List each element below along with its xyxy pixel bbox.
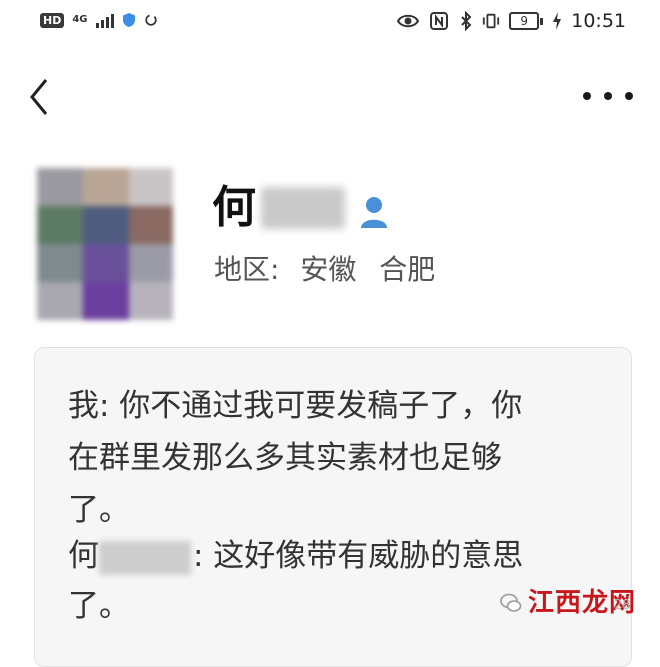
- dot-icon: [583, 92, 591, 100]
- avatar[interactable]: [37, 168, 173, 320]
- bluetooth-icon: [461, 11, 472, 31]
- speaker-redaction: [99, 540, 191, 575]
- wechat-logo-icon: [500, 593, 522, 612]
- profile-name-row: 何: [212, 180, 389, 236]
- dot-icon: [625, 92, 633, 100]
- more-options-button[interactable]: [583, 84, 633, 108]
- battery-level: 9: [509, 12, 540, 30]
- region-province: 安徽: [300, 253, 357, 286]
- network-type: 4G: [72, 14, 88, 25]
- back-button[interactable]: [24, 74, 58, 120]
- charging-icon: [553, 12, 562, 30]
- hd-badge: HD: [40, 12, 65, 28]
- signal-icon: [95, 12, 114, 28]
- status-left: HD 4G: [40, 12, 158, 28]
- message-text: : 这好像带有威胁的意思: [193, 538, 524, 574]
- message-line: 了。: [68, 588, 130, 624]
- eye-icon: [397, 14, 420, 28]
- message-line: 了。: [68, 492, 130, 528]
- battery-icon: 9: [509, 12, 544, 30]
- message-line: 在群里发那么多其实素材也足够: [68, 440, 502, 476]
- message-line: 何 : 这好像带有威胁的意思: [68, 530, 523, 582]
- region-city: 合肥: [379, 253, 436, 286]
- message-line: 我: 你不通过我可要发稿子了，你: [68, 388, 523, 424]
- dot-icon: [604, 92, 612, 100]
- vibrate-icon: [483, 13, 500, 29]
- status-bar: HD 4G 9 10:51: [0, 0, 660, 46]
- shield-icon: [122, 13, 135, 27]
- name-redaction: [261, 187, 345, 229]
- nfc-icon: [430, 12, 449, 30]
- contact-name: 何: [212, 182, 257, 233]
- region-label: 地区:: [214, 253, 280, 286]
- sync-icon: [144, 14, 157, 26]
- watermark-number: 28: [614, 598, 631, 613]
- status-right: 9 10:51: [397, 10, 626, 32]
- message-speaker: 何: [68, 538, 99, 574]
- person-icon: [361, 197, 387, 228]
- clock: 10:51: [571, 10, 626, 32]
- region-line: 地区: 安徽 合肥: [214, 250, 435, 290]
